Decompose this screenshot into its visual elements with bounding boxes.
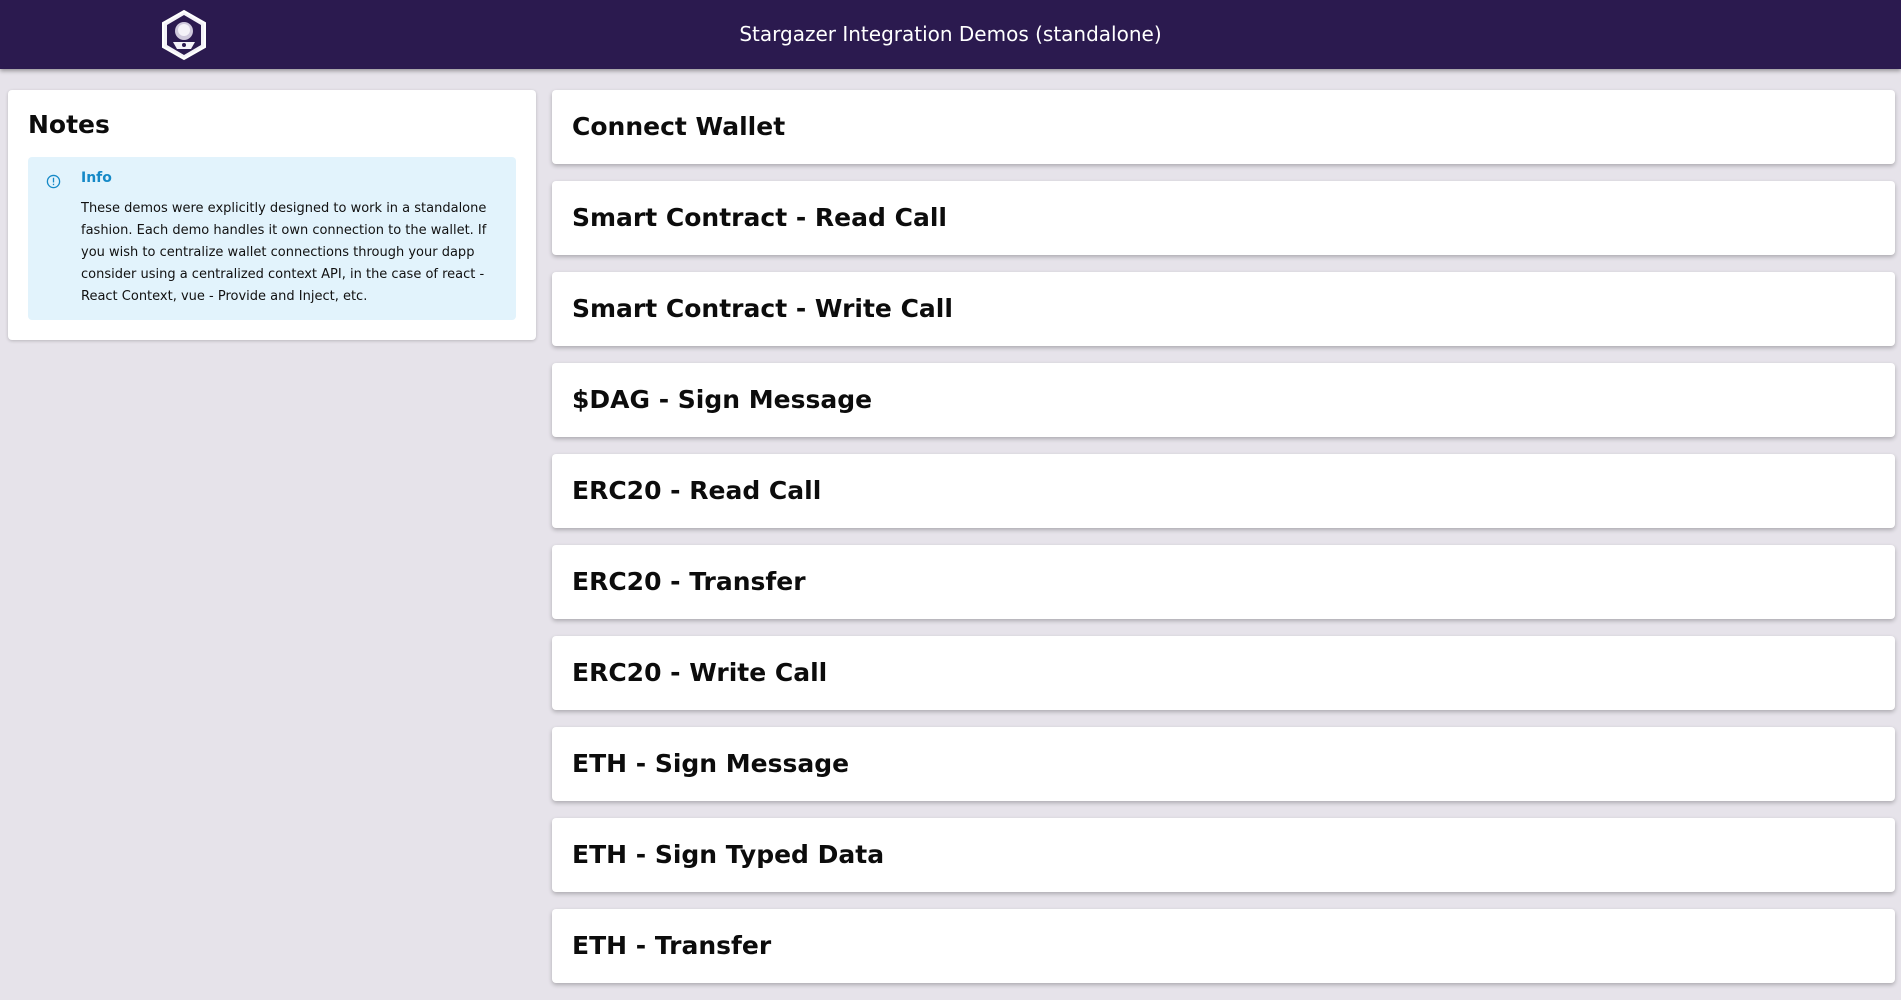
info-title: Info bbox=[81, 170, 112, 186]
demo-card-erc20-transfer[interactable]: ERC20 - Transfer bbox=[552, 545, 1895, 619]
page-title: Stargazer Integration Demos (standalone) bbox=[739, 22, 1162, 46]
demo-card-eth-sign-message[interactable]: ETH - Sign Message bbox=[552, 727, 1895, 801]
demo-title: Smart Contract - Read Call bbox=[572, 203, 947, 232]
demo-title: ETH - Sign Message bbox=[572, 749, 850, 778]
demo-card-smart-contract-read-call[interactable]: Smart Contract - Read Call bbox=[552, 181, 1895, 255]
demo-title: ETH - Sign Typed Data bbox=[572, 840, 885, 869]
demo-title: ERC20 - Read Call bbox=[572, 476, 822, 505]
demo-card-smart-contract-write-call[interactable]: Smart Contract - Write Call bbox=[552, 272, 1895, 346]
demo-card-erc20-write-call[interactable]: ERC20 - Write Call bbox=[552, 636, 1895, 710]
demo-card-erc20-read-call[interactable]: ERC20 - Read Call bbox=[552, 454, 1895, 528]
info-alert: Info These demos were explicitly designe… bbox=[28, 157, 516, 320]
info-icon bbox=[46, 174, 61, 189]
demo-card-eth-sign-typed-data[interactable]: ETH - Sign Typed Data bbox=[552, 818, 1895, 892]
app-header: Stargazer Integration Demos (standalone) bbox=[0, 0, 1901, 69]
demo-title: Connect Wallet bbox=[572, 112, 786, 141]
demo-title: ETH - Transfer bbox=[572, 931, 772, 960]
demo-list: Connect Wallet Smart Contract - Read Cal… bbox=[552, 90, 1895, 1000]
demo-title: ERC20 - Write Call bbox=[572, 658, 828, 687]
demo-title: Smart Contract - Write Call bbox=[572, 294, 953, 323]
demo-card-eth-transfer[interactable]: ETH - Transfer bbox=[552, 909, 1895, 983]
notes-card: Notes Info These demos were explicitly d… bbox=[8, 90, 536, 340]
demo-card-dag-sign-message[interactable]: $DAG - Sign Message bbox=[552, 363, 1895, 437]
demo-title: $DAG - Sign Message bbox=[572, 385, 873, 414]
demo-card-connect-wallet[interactable]: Connect Wallet bbox=[552, 90, 1895, 164]
notes-title: Notes bbox=[28, 110, 110, 139]
info-text: These demos were explicitly designed to … bbox=[81, 201, 487, 304]
demo-title: ERC20 - Transfer bbox=[572, 567, 806, 596]
